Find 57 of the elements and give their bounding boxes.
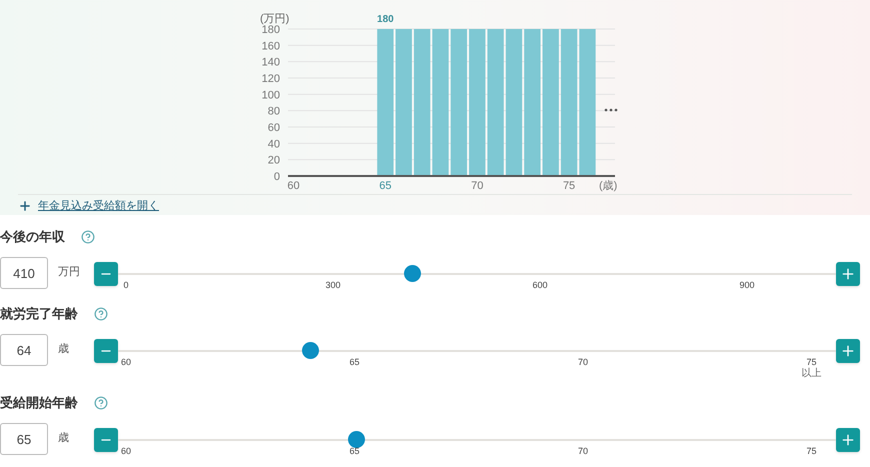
decrease-button[interactable] (94, 339, 118, 363)
y-tick-label: 100 (262, 89, 280, 102)
x-tick-label: 75 (562, 180, 576, 192)
slider-thumb[interactable] (348, 431, 366, 448)
tick-label: 0 (124, 279, 128, 291)
x-axis-title: (歳) (599, 180, 618, 192)
y-tick-label: 180 (262, 24, 280, 36)
increase-button[interactable] (836, 262, 860, 286)
y-tick-label: 140 (262, 56, 280, 69)
tick-note: 以上 (802, 368, 822, 380)
more-icon[interactable] (604, 108, 618, 112)
decrease-button[interactable] (94, 262, 118, 286)
bar-value-label: 180 (377, 14, 394, 25)
tick-label: 900 (739, 279, 755, 291)
y-tick-label: 60 (268, 122, 280, 134)
help-icon[interactable] (94, 307, 108, 321)
help-icon[interactable] (94, 396, 108, 410)
tick-label: 70 (578, 356, 588, 368)
x-tick-label: 65 (379, 180, 392, 192)
tick-label: 75 (806, 445, 816, 457)
unit-label: 万円 (58, 265, 81, 280)
x-tick-label: 70 (471, 180, 484, 192)
slider-thumb[interactable] (302, 342, 320, 359)
field-label: 今後の年収 (0, 228, 65, 246)
slider-thumb[interactable] (404, 265, 422, 282)
y-axis-title: (万円) (260, 13, 290, 25)
input-field[interactable]: 64 (0, 334, 48, 366)
input-field[interactable]: 65 (0, 423, 48, 455)
plus-icon (840, 343, 856, 359)
increase-button[interactable] (836, 428, 860, 452)
plus-icon (840, 432, 856, 448)
y-tick-label: 0 (274, 171, 280, 183)
y-tick-label: 160 (262, 40, 280, 52)
tick-label: 75 (806, 356, 816, 368)
tick-label: 65 (350, 445, 360, 457)
help-icon[interactable] (81, 230, 95, 244)
unit-label: 歳 (58, 431, 70, 446)
tick-label: 60 (121, 356, 131, 368)
increase-button[interactable] (836, 339, 860, 363)
tick-label: 300 (325, 279, 341, 291)
x-tick-label: 60 (287, 180, 300, 192)
tick-label: 65 (350, 356, 360, 368)
unit-label: 歳 (58, 342, 70, 357)
plus-icon (840, 266, 856, 282)
plus-icon (18, 199, 32, 214)
y-tick-label: 40 (268, 138, 280, 150)
field-label: 就労完了年齢 (0, 305, 78, 324)
input-field[interactable]: 410 (0, 257, 48, 289)
y-tick-label: 80 (268, 106, 280, 118)
y-tick-label: 20 (268, 154, 280, 167)
tick-label: 60 (121, 445, 131, 457)
field-label: 受給開始年齢 (0, 394, 78, 412)
expand-link[interactable]: 年金見込み受給額を開く (18, 198, 159, 214)
tick-label: 600 (532, 279, 548, 291)
y-tick-label: 120 (262, 73, 280, 85)
decrease-button[interactable] (94, 428, 118, 452)
tick-label: 70 (578, 445, 588, 457)
